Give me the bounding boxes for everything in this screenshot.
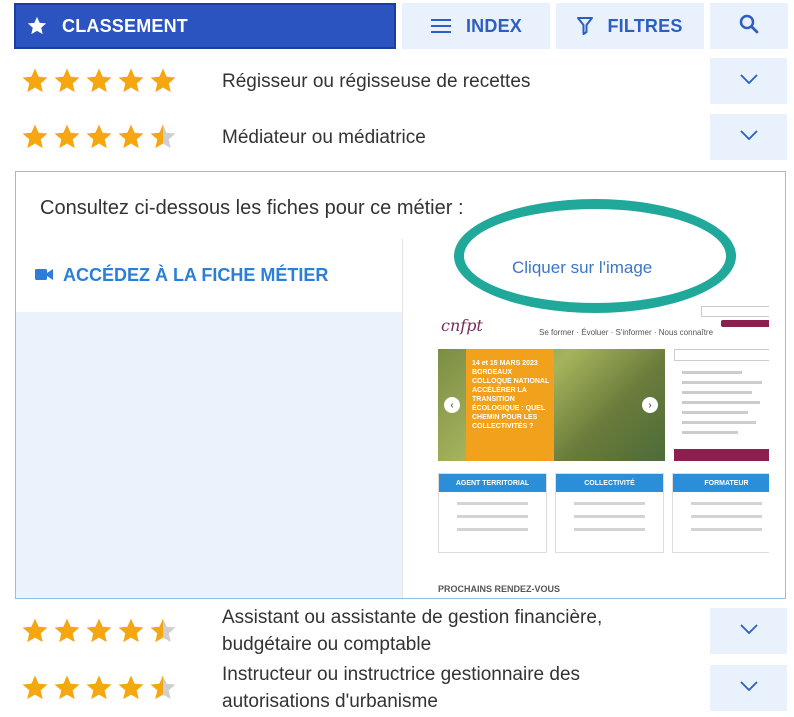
- tab-ranking-label: CLASSEMENT: [62, 15, 189, 36]
- star-icon: [52, 673, 82, 703]
- preview-card: AGENT TERRITORIAL: [438, 473, 547, 553]
- preview-nav-button: [721, 320, 769, 327]
- preview-search-box: [701, 306, 769, 317]
- list-item-job[interactable]: Régisseur ou régisseuse de recettes: [0, 56, 794, 112]
- divider: [402, 239, 403, 598]
- star-icon: [84, 673, 114, 703]
- filter-icon: [577, 17, 594, 35]
- star-icon: [116, 66, 146, 96]
- preview-cards: AGENT TERRITORIAL COLLECTIVITÉ FORMATEUR: [438, 473, 769, 553]
- star-icon: [84, 122, 114, 152]
- panel-left-column: ACCÉDEZ À LA FICHE MÉTIER: [16, 239, 402, 598]
- expand-button[interactable]: [710, 58, 787, 104]
- expand-button[interactable]: [710, 665, 787, 711]
- star-icon: [116, 673, 146, 703]
- tab-index[interactable]: INDEX: [402, 3, 550, 49]
- highlight-oval: [454, 199, 736, 313]
- job-title-line: Instructeur ou instructrice gestionnaire…: [222, 664, 581, 685]
- job-title: Médiateur ou médiatrice: [222, 124, 426, 151]
- star-icon: [148, 66, 178, 96]
- star-icon: [26, 15, 48, 37]
- job-title-line: Assistant ou assistante de gestion finan…: [222, 607, 603, 628]
- rating-stars: [20, 673, 178, 703]
- job-title-line: Régisseur ou régisseuse de recettes: [222, 71, 531, 92]
- chevron-down-icon: [739, 679, 759, 697]
- preview-hero-text: 14 et 15 MARS 2023 BORDEAUX COLLOQUE NAT…: [472, 360, 550, 430]
- access-job-sheet-label: ACCÉDEZ À LA FICHE MÉTIER: [63, 265, 329, 285]
- job-sheet-preview-image[interactable]: cnfpt Se former · Évoluer · S'informer ·…: [421, 302, 769, 598]
- star-icon: [84, 616, 114, 646]
- preview-card: FORMATEUR: [672, 473, 769, 553]
- job-title: Assistant ou assistante de gestion finan…: [222, 604, 602, 658]
- job-title-line: Médiateur ou médiatrice: [222, 127, 426, 148]
- list-item-job[interactable]: Médiateur ou médiatrice: [0, 112, 794, 168]
- star-icon: [20, 673, 50, 703]
- preview-logo: cnfpt: [441, 316, 483, 335]
- star-icon: [148, 673, 178, 703]
- rating-stars: [20, 66, 178, 96]
- star-icon: [20, 122, 50, 152]
- list-item-job[interactable]: Instructeur ou instructrice gestionnaire…: [0, 659, 794, 717]
- search-button[interactable]: [710, 3, 788, 49]
- tab-filters-label: FILTRES: [607, 15, 683, 36]
- tab-ranking[interactable]: CLASSEMENT: [14, 3, 396, 49]
- preview-section-title: PROCHAINS RENDEZ-VOUS: [438, 584, 561, 594]
- star-icon: [52, 122, 82, 152]
- star-icon: [20, 616, 50, 646]
- rating-stars: [20, 616, 178, 646]
- video-camera-icon: [35, 265, 53, 286]
- preview-next-arrow-icon: ›: [642, 397, 658, 413]
- chevron-down-icon: [739, 128, 759, 146]
- star-icon: [84, 66, 114, 96]
- preview-hero-banner: 14 et 15 MARS 2023 BORDEAUX COLLOQUE NAT…: [438, 349, 665, 461]
- preview-nav: Se former · Évoluer · S'informer · Nous …: [539, 328, 714, 337]
- star-icon: [148, 122, 178, 152]
- search-icon: [739, 14, 759, 39]
- star-icon: [52, 66, 82, 96]
- access-job-sheet-link[interactable]: ACCÉDEZ À LA FICHE MÉTIER: [35, 265, 328, 286]
- panel-left-fill: [16, 312, 402, 598]
- job-title-line: autorisations d'urbanisme: [222, 691, 438, 712]
- star-icon: [148, 616, 178, 646]
- job-title: Instructeur ou instructrice gestionnaire…: [222, 661, 580, 715]
- list-item-job[interactable]: Assistant ou assistante de gestion finan…: [0, 602, 794, 660]
- expand-button[interactable]: [710, 114, 787, 160]
- star-icon: [116, 616, 146, 646]
- preview-sidebar: [674, 349, 769, 461]
- chevron-down-icon: [739, 622, 759, 640]
- job-title-line: budgétaire ou comptable: [222, 634, 432, 655]
- tab-filters[interactable]: FILTRES: [556, 3, 704, 49]
- panel-intro-text: Consultez ci-dessous les fiches pour ce …: [40, 197, 464, 219]
- click-image-hint[interactable]: Cliquer sur l'image: [512, 258, 652, 278]
- star-icon: [52, 616, 82, 646]
- expand-button[interactable]: [710, 608, 787, 654]
- top-tab-bar: CLASSEMENT INDEX FILTRES: [14, 3, 788, 49]
- star-icon: [20, 66, 50, 96]
- rating-stars: [20, 122, 178, 152]
- chevron-down-icon: [739, 72, 759, 90]
- star-icon: [116, 122, 146, 152]
- tab-index-label: INDEX: [465, 15, 522, 36]
- preview-prev-arrow-icon: ‹: [444, 397, 460, 413]
- preview-card: COLLECTIVITÉ: [555, 473, 664, 553]
- menu-icon: [430, 17, 452, 35]
- job-title: Régisseur ou régisseuse de recettes: [222, 68, 530, 95]
